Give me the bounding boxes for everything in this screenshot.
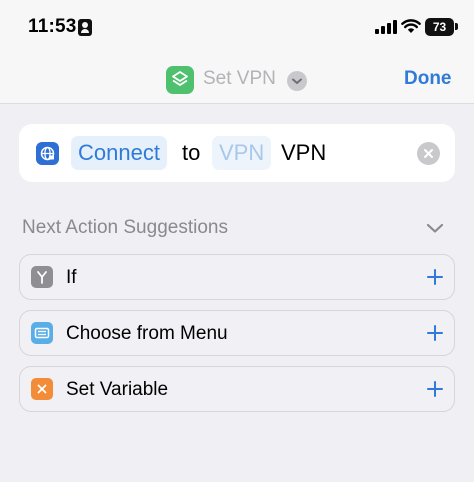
connect-parameter[interactable]: Connect bbox=[71, 136, 167, 170]
vpn-parameter[interactable]: VPN bbox=[212, 136, 272, 170]
branch-icon bbox=[31, 266, 53, 288]
suggestion-label: Set Variable bbox=[66, 379, 169, 400]
action-text-vpn: VPN bbox=[281, 140, 327, 165]
plus-icon[interactable] bbox=[426, 324, 444, 342]
suggestions-header: Next Action Suggestions bbox=[22, 217, 228, 238]
plus-icon[interactable] bbox=[426, 380, 444, 398]
plus-icon[interactable] bbox=[426, 268, 444, 286]
menu-icon bbox=[31, 322, 53, 344]
variable-x-icon bbox=[31, 378, 53, 400]
wifi-icon bbox=[401, 19, 421, 33]
suggestion-if[interactable]: If bbox=[19, 254, 455, 300]
cellular-signal-icon bbox=[375, 20, 397, 34]
suggestion-label: Choose from Menu bbox=[66, 323, 228, 344]
contact-card-icon bbox=[78, 19, 92, 36]
chevron-down-icon[interactable] bbox=[287, 71, 307, 91]
navigation-bar: Set VPN Done bbox=[0, 56, 474, 104]
clear-x-icon[interactable] bbox=[417, 142, 440, 165]
shortcuts-layers-icon bbox=[166, 66, 194, 94]
status-time: 11:53 bbox=[28, 16, 77, 37]
battery-tip bbox=[455, 23, 458, 30]
action-card: Connect to VPN VPN bbox=[19, 124, 455, 182]
battery-icon: 73 bbox=[425, 18, 454, 36]
status-bar: 11:53 73 bbox=[0, 0, 474, 56]
done-button[interactable]: Done bbox=[404, 68, 452, 90]
chevron-down-icon[interactable] bbox=[426, 222, 444, 234]
vpn-globe-icon bbox=[36, 142, 59, 165]
action-text-to: to bbox=[182, 140, 201, 165]
shortcut-title[interactable]: Set VPN bbox=[203, 68, 276, 90]
suggestion-label: If bbox=[66, 267, 77, 288]
suggestion-set-variable[interactable]: Set Variable bbox=[19, 366, 455, 412]
suggestion-choose-from-menu[interactable]: Choose from Menu bbox=[19, 310, 455, 356]
